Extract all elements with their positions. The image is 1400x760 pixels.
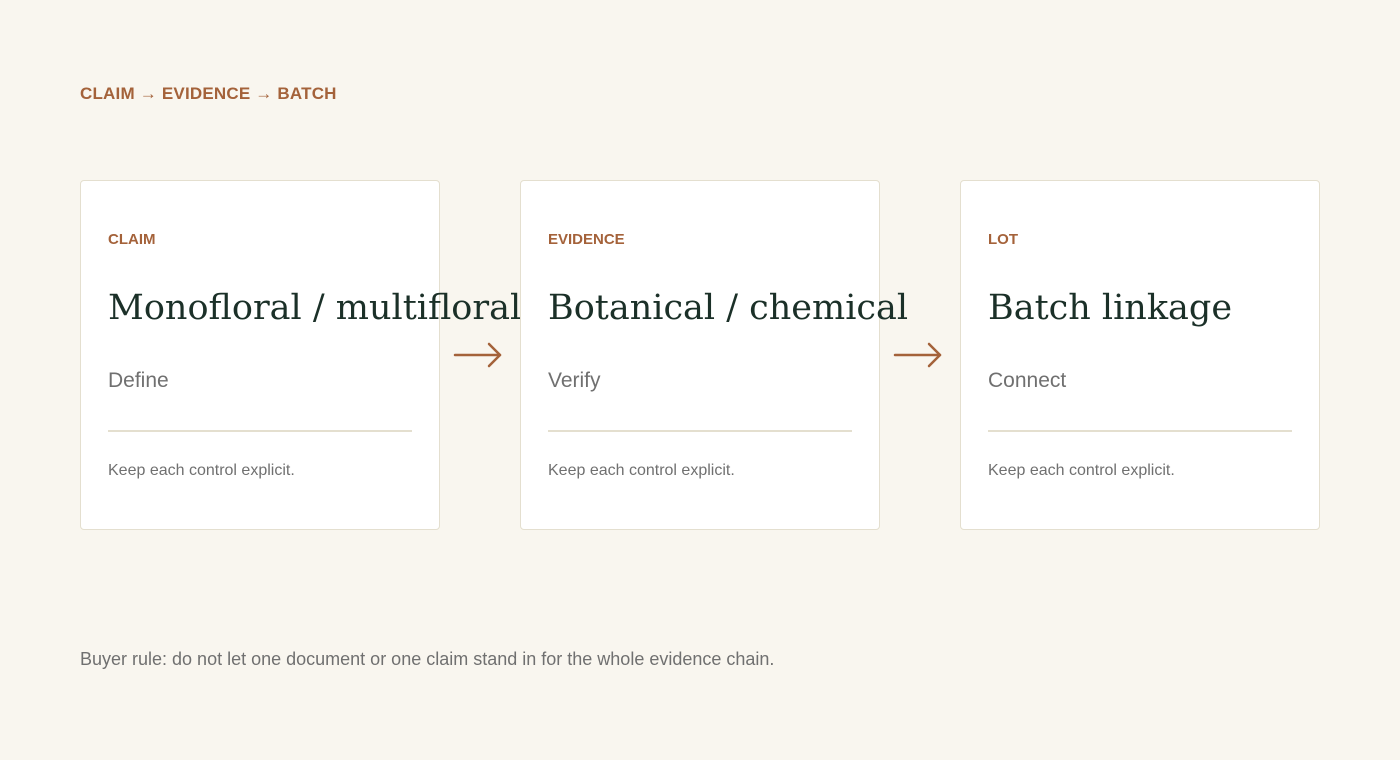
- buyer-rule-note: Buyer rule: do not let one document or o…: [80, 649, 775, 669]
- diagram-title: CLAIM → EVIDENCE → BATCH: [80, 84, 337, 103]
- card-verb: Connect: [988, 369, 1067, 392]
- card-note: Keep each control explicit.: [108, 462, 295, 479]
- card-note: Keep each control explicit.: [548, 462, 735, 479]
- card-tag: CLAIM: [108, 231, 156, 248]
- card-tag: EVIDENCE: [548, 231, 625, 248]
- card-title: Batch linkage: [988, 288, 1233, 328]
- arrow-right-icon: [893, 340, 943, 370]
- card-divider: [548, 430, 852, 432]
- card-lot: LOT Batch linkage Connect Keep each cont…: [960, 180, 1320, 530]
- card-note: Keep each control explicit.: [988, 462, 1175, 479]
- card-divider: [108, 430, 412, 432]
- card-title: Monofloral / multifloral: [108, 288, 522, 328]
- card-claim: CLAIM Monofloral / multifloral Define Ke…: [80, 180, 521, 530]
- card-divider: [988, 430, 1292, 432]
- arrow-right-icon: [453, 340, 503, 370]
- card-evidence: EVIDENCE Botanical / chemical Verify Kee…: [520, 180, 908, 530]
- card-tag: LOT: [988, 231, 1018, 248]
- card-title: Botanical / chemical: [548, 288, 909, 328]
- card-verb: Define: [108, 369, 169, 392]
- card-verb: Verify: [548, 369, 601, 392]
